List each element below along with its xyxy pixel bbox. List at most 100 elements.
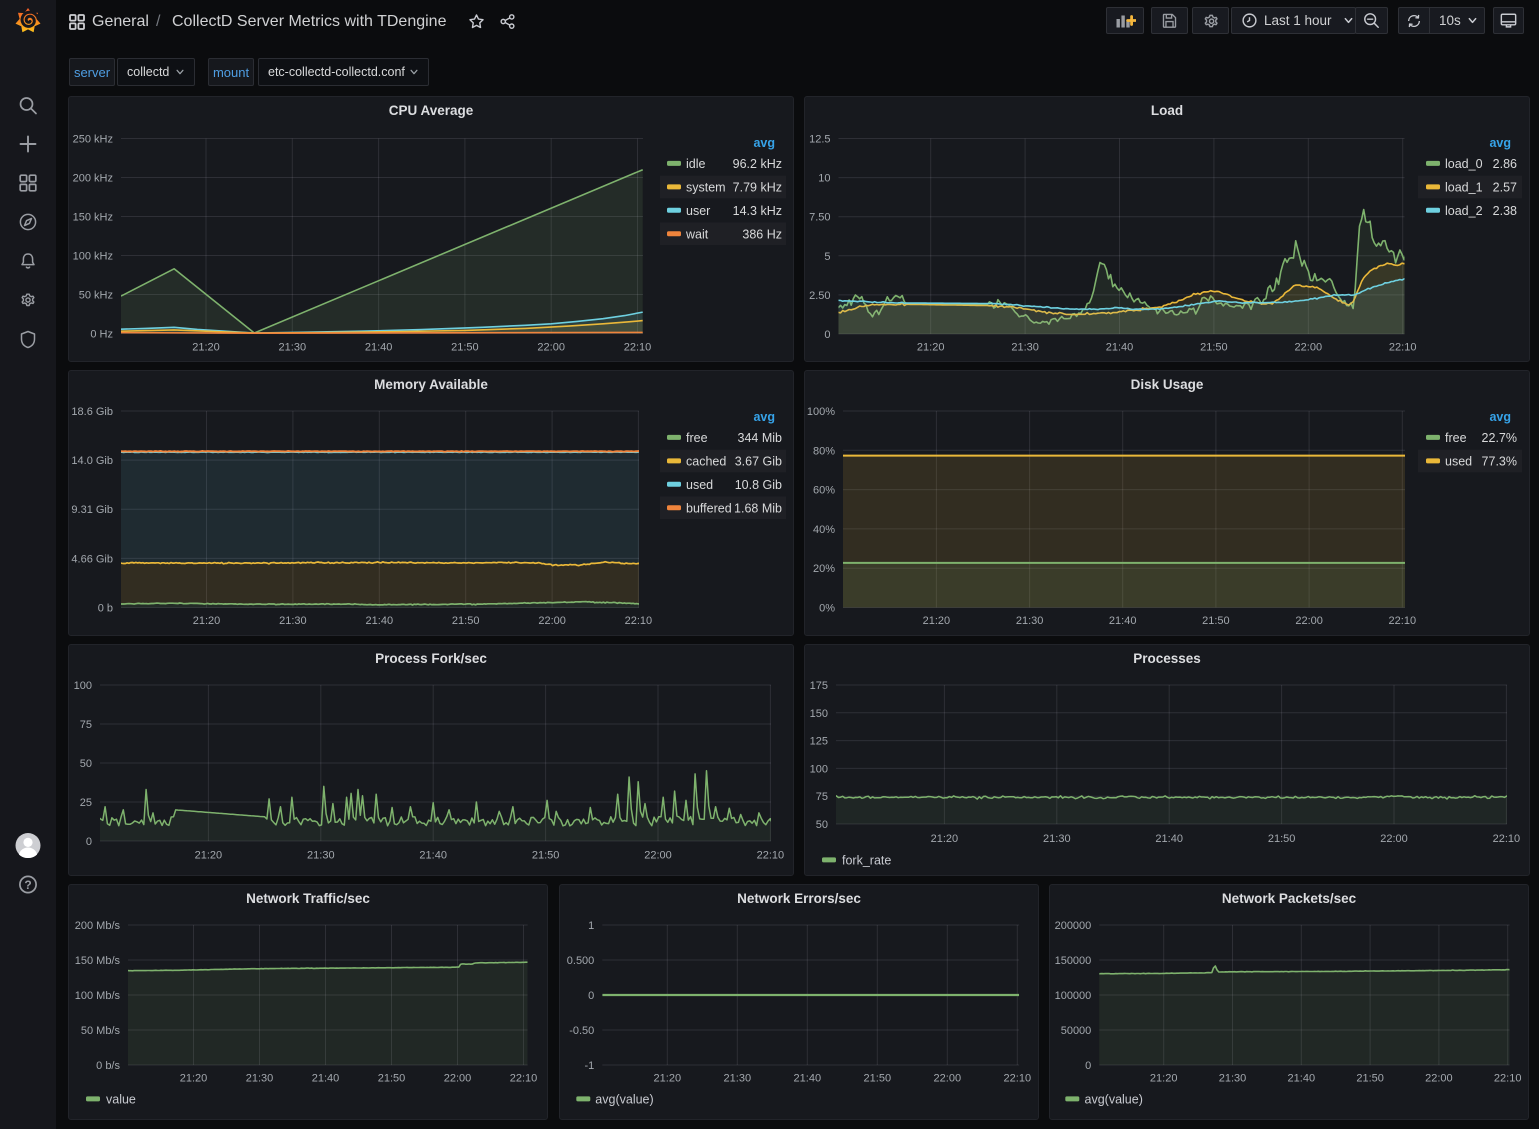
svg-text:22:10: 22:10 xyxy=(510,1073,538,1085)
svg-text:22:10: 22:10 xyxy=(1389,342,1417,354)
svg-text:25: 25 xyxy=(80,797,92,809)
svg-text:21:40: 21:40 xyxy=(419,850,447,862)
svg-text:user: user xyxy=(686,204,710,218)
svg-text:21:50: 21:50 xyxy=(378,1073,406,1085)
svg-text:free: free xyxy=(686,431,708,445)
svg-text:buffered: buffered xyxy=(686,501,732,515)
svg-text:2.50: 2.50 xyxy=(809,290,830,302)
svg-text:7.79 kHz: 7.79 kHz xyxy=(733,181,782,195)
svg-text:0 b/s: 0 b/s xyxy=(96,1060,120,1072)
svg-text:40%: 40% xyxy=(813,524,835,536)
svg-text:21:30: 21:30 xyxy=(279,615,307,627)
svg-text:Disk Usage: Disk Usage xyxy=(1131,377,1204,392)
svg-text:-1: -1 xyxy=(585,1060,595,1072)
svg-text:avg(value): avg(value) xyxy=(1085,1093,1143,1107)
svg-text:22:10: 22:10 xyxy=(625,615,653,627)
svg-text:used: used xyxy=(686,478,713,492)
svg-text:0 b: 0 b xyxy=(98,603,113,615)
svg-text:22:00: 22:00 xyxy=(644,850,672,862)
svg-text:100%: 100% xyxy=(807,406,835,418)
svg-text:4.66 Gib: 4.66 Gib xyxy=(71,553,113,565)
svg-text:21:50: 21:50 xyxy=(1356,1073,1384,1085)
svg-text:21:20: 21:20 xyxy=(917,342,945,354)
svg-text:21:50: 21:50 xyxy=(532,850,560,862)
svg-text:75: 75 xyxy=(80,719,92,731)
svg-text:1.68 Mib: 1.68 Mib xyxy=(734,501,782,515)
svg-text:cached: cached xyxy=(686,455,726,469)
svg-text:22:10: 22:10 xyxy=(1004,1073,1032,1085)
svg-text:21:40: 21:40 xyxy=(366,615,394,627)
svg-text:2.86: 2.86 xyxy=(1493,157,1517,171)
svg-text:fork_rate: fork_rate xyxy=(842,854,891,868)
svg-text:200 Mb/s: 200 Mb/s xyxy=(75,920,121,932)
svg-text:21:40: 21:40 xyxy=(1155,833,1183,845)
svg-text:22:00: 22:00 xyxy=(537,342,565,354)
svg-text:-0.50: -0.50 xyxy=(569,1025,594,1037)
svg-text:22:00: 22:00 xyxy=(1425,1073,1453,1085)
svg-text:9.31 Gib: 9.31 Gib xyxy=(71,504,113,516)
svg-text:96.2 kHz: 96.2 kHz xyxy=(733,157,782,171)
svg-text:avg: avg xyxy=(1489,410,1511,424)
svg-text:2.57: 2.57 xyxy=(1493,181,1517,195)
svg-text:21:40: 21:40 xyxy=(365,342,393,354)
svg-text:22:00: 22:00 xyxy=(444,1073,472,1085)
svg-text:21:20: 21:20 xyxy=(1150,1073,1178,1085)
svg-text:0: 0 xyxy=(86,836,92,848)
svg-text:22:00: 22:00 xyxy=(1380,833,1408,845)
svg-text:21:20: 21:20 xyxy=(193,615,221,627)
svg-text:?: ? xyxy=(24,878,31,892)
svg-text:20%: 20% xyxy=(813,563,835,575)
svg-text:150000: 150000 xyxy=(1055,955,1092,967)
svg-text:22:10: 22:10 xyxy=(624,342,652,354)
svg-text:21:40: 21:40 xyxy=(794,1073,822,1085)
svg-text:50000: 50000 xyxy=(1061,1025,1092,1037)
svg-text:21:40: 21:40 xyxy=(312,1073,340,1085)
svg-text:avg: avg xyxy=(1489,136,1511,150)
svg-text:22:00: 22:00 xyxy=(934,1073,962,1085)
svg-text:14.3 kHz: 14.3 kHz xyxy=(733,204,782,218)
svg-text:avg: avg xyxy=(753,136,775,150)
svg-text:5: 5 xyxy=(824,251,830,263)
svg-text:21:30: 21:30 xyxy=(1219,1073,1247,1085)
svg-text:10: 10 xyxy=(818,173,830,185)
svg-text:18.6 Gib: 18.6 Gib xyxy=(71,406,113,418)
svg-text:21:20: 21:20 xyxy=(654,1073,682,1085)
svg-text:200 kHz: 200 kHz xyxy=(73,173,113,185)
svg-text:21:50: 21:50 xyxy=(451,342,479,354)
svg-text:22:10: 22:10 xyxy=(757,850,785,862)
svg-text:0: 0 xyxy=(824,329,830,341)
svg-text:344 Mib: 344 Mib xyxy=(738,431,783,445)
svg-text:Memory Available: Memory Available xyxy=(374,377,488,392)
svg-text:21:50: 21:50 xyxy=(1202,615,1230,627)
svg-text:0.500: 0.500 xyxy=(567,955,595,967)
svg-text:21:30: 21:30 xyxy=(1043,833,1071,845)
svg-text:21:30: 21:30 xyxy=(246,1073,274,1085)
svg-text:100 kHz: 100 kHz xyxy=(73,251,113,263)
svg-text:0%: 0% xyxy=(819,603,835,615)
svg-text:load_2: load_2 xyxy=(1445,204,1483,218)
svg-text:21:30: 21:30 xyxy=(724,1073,752,1085)
svg-text:21:40: 21:40 xyxy=(1109,615,1137,627)
svg-text:150 Mb/s: 150 Mb/s xyxy=(75,955,121,967)
svg-text:175: 175 xyxy=(810,680,828,692)
svg-text:21:50: 21:50 xyxy=(1268,833,1296,845)
svg-text:100 Mb/s: 100 Mb/s xyxy=(75,990,121,1002)
svg-text:77.3%: 77.3% xyxy=(1482,455,1517,469)
svg-text:60%: 60% xyxy=(813,485,835,497)
svg-text:10.8 Gib: 10.8 Gib xyxy=(735,478,782,492)
svg-text:load_0: load_0 xyxy=(1445,157,1483,171)
svg-text:250 kHz: 250 kHz xyxy=(73,134,113,146)
svg-text:Load: Load xyxy=(1151,103,1183,118)
svg-text:21:20: 21:20 xyxy=(195,850,223,862)
svg-text:wait: wait xyxy=(685,227,709,241)
svg-text:50: 50 xyxy=(816,819,828,831)
svg-text:50: 50 xyxy=(80,758,92,770)
svg-text:Processes: Processes xyxy=(1133,651,1201,666)
svg-text:idle: idle xyxy=(686,157,706,171)
svg-text:75: 75 xyxy=(816,791,828,803)
svg-text:avg(value): avg(value) xyxy=(595,1093,653,1107)
svg-text:22:00: 22:00 xyxy=(1295,615,1323,627)
svg-text:21:30: 21:30 xyxy=(307,850,335,862)
svg-text:22:10: 22:10 xyxy=(1494,1073,1522,1085)
svg-text:3.67 Gib: 3.67 Gib xyxy=(735,455,782,469)
